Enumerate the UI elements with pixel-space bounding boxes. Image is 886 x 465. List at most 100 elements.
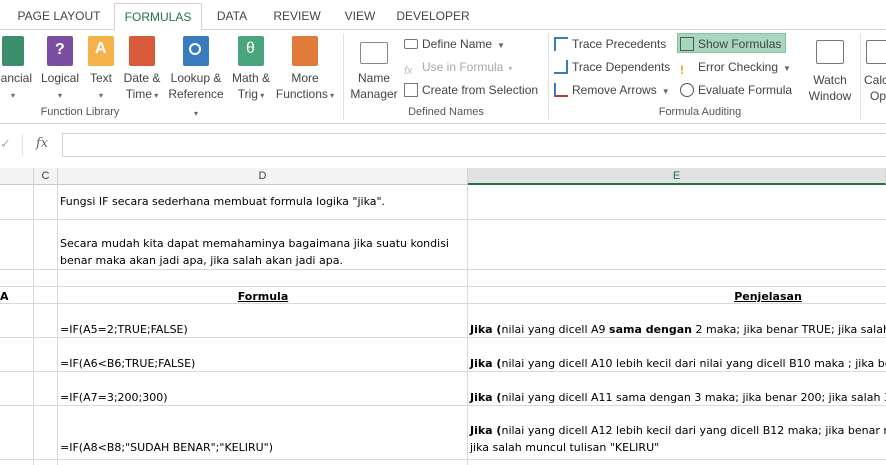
header-formula[interactable]: Formula — [58, 290, 468, 303]
financial-button[interactable]: nancial ▾ — [0, 36, 34, 104]
remove-arrows-icon — [554, 83, 568, 97]
formula-cell[interactable]: =IF(A7=3;200;300) — [60, 391, 168, 404]
worksheet-grid[interactable]: C D E Fungsi IF secara sederhana membuat… — [0, 168, 886, 465]
more-label-2: Functions — [275, 87, 328, 101]
gridline — [0, 286, 886, 287]
explanation-cell[interactable]: Jika (nilai yang dicell A9 sama dengan 2… — [470, 323, 886, 336]
explanation-rest: 2 maka; jika benar TRUE; jika salah FALS… — [695, 323, 886, 336]
explanation-cell[interactable]: Jika (nilai yang dicell A12 lebih kecil … — [470, 424, 886, 437]
text-button[interactable]: A Text ▾ — [84, 36, 118, 104]
tab-page-layout[interactable]: PAGE LAYOUT — [8, 3, 110, 30]
trace-precedents-button[interactable]: Trace Precedents — [554, 34, 666, 54]
explanation-text: nilai yang dicell A10 lebih kecil dari n… — [501, 357, 886, 370]
explanation-cell[interactable]: Jika (nilai yang dicell A11 sama dengan … — [470, 391, 886, 404]
explanation-text: nilai yang dicell A12 lebih kecil dari y… — [501, 424, 886, 437]
remove-arrows-button[interactable]: Remove Arrows ▼ — [554, 80, 670, 100]
formula-cell[interactable]: =IF(A5=2;TRUE;FALSE) — [60, 323, 188, 336]
trace-dependents-icon — [554, 60, 568, 74]
lookup-reference-button[interactable]: Lookup & Reference ▾ — [166, 36, 226, 122]
text-icon: A — [88, 36, 114, 66]
header-penjelasan[interactable]: Penjelasan — [468, 290, 886, 303]
trace-dependents-label: Trace Dependents — [572, 60, 671, 74]
financial-label: nancial — [0, 71, 33, 85]
explanation-prefix: Jika ( — [470, 391, 502, 404]
gridline — [0, 459, 886, 460]
formula-input[interactable] — [62, 133, 886, 157]
financial-icon — [2, 36, 24, 66]
chevron-down-icon: ▾ — [57, 91, 62, 100]
error-checking-label: Error Checking — [698, 60, 779, 74]
date-time-button[interactable]: Date & Time ▾ — [120, 36, 164, 104]
explanation-cell[interactable]: Jika (nilai yang dicell A10 lebih kecil … — [470, 357, 886, 370]
column-header-d[interactable]: D — [58, 168, 468, 185]
use-in-formula-label: Use in Formula — [422, 60, 504, 74]
create-from-selection-button[interactable]: Create from Selection — [404, 80, 538, 100]
create-from-selection-icon — [404, 83, 418, 97]
group-divider — [343, 34, 344, 120]
lookup-label-1: Lookup & — [170, 71, 222, 85]
more-label-1: More — [291, 71, 319, 85]
define-name-button[interactable]: Define Name ▼ — [404, 34, 505, 54]
chevron-down-icon: ▾ — [257, 91, 265, 100]
tab-developer[interactable]: DEVELOPER — [392, 3, 474, 30]
trace-dependents-button[interactable]: Trace Dependents — [554, 57, 670, 77]
gridline — [0, 405, 886, 406]
lookup-icon — [183, 36, 209, 66]
trace-precedents-icon — [554, 37, 568, 51]
tab-review[interactable]: REVIEW — [266, 3, 328, 30]
defined-names-label: Defined Names — [408, 106, 484, 118]
tab-data[interactable]: DATA — [206, 3, 258, 30]
name-manager-button[interactable]: Name Manager — [348, 36, 400, 102]
intro-text-2[interactable]: Secara mudah kita dapat memahaminya baga… — [60, 235, 460, 269]
explanation-text: nilai yang dicell A9 — [501, 323, 610, 336]
remove-arrows-label: Remove Arrows — [572, 83, 657, 97]
formula-cell[interactable]: =IF(A8<B8;"SUDAH BENAR";"KELIRU") — [60, 441, 273, 454]
calculation-options-button[interactable]: Calcu Op — [864, 36, 886, 104]
explanation-prefix: Jika ( — [470, 424, 502, 437]
gridline — [57, 185, 58, 465]
logical-button[interactable]: ? Logical ▾ — [38, 36, 82, 104]
watch-window-icon — [816, 40, 844, 64]
tab-formulas[interactable]: FORMULAS — [114, 3, 202, 31]
date-time-label-1: Date & — [123, 71, 161, 85]
name-manager-label-1: Name — [357, 71, 390, 85]
chevron-down-icon: ▾ — [508, 64, 513, 73]
show-formulas-label: Show Formulas — [698, 37, 782, 51]
ribbon: nancial ▾ ? Logical ▾ A Text ▾ Date & Time ▾… — [0, 30, 886, 124]
gridline — [0, 269, 886, 270]
show-formulas-icon — [680, 37, 694, 51]
column-header-a[interactable] — [0, 168, 34, 185]
tab-view[interactable]: VIEW — [336, 3, 384, 30]
show-formulas-button[interactable]: Show Formulas — [677, 33, 787, 53]
chevron-down-icon: ▼ — [497, 41, 505, 50]
gridline — [0, 303, 886, 304]
use-in-formula-button[interactable]: fx Use in Formula ▾ — [404, 57, 512, 77]
math-icon: θ — [238, 36, 264, 66]
error-checking-button[interactable]: ! Error Checking ▼ — [680, 57, 791, 77]
more-functions-button[interactable]: More Functions ▾ — [274, 36, 336, 104]
watch-window-label-1: Watch — [813, 73, 847, 87]
evaluate-formula-icon — [680, 83, 694, 97]
explanation-cell-line-2[interactable]: jika salah muncul tulisan "KELIRU" — [470, 441, 659, 454]
intro-text-1[interactable]: Fungsi IF secara sederhana membuat formu… — [60, 195, 385, 208]
formula-cell[interactable]: =IF(A6<B6;TRUE;FALSE) — [60, 357, 195, 370]
create-from-selection-label: Create from Selection — [422, 83, 539, 97]
chevron-down-icon: ▾ — [10, 91, 15, 100]
column-header-e[interactable]: E — [468, 168, 886, 185]
header-a[interactable]: A — [0, 290, 9, 303]
column-header-c[interactable]: C — [34, 168, 58, 185]
gridline — [467, 185, 468, 465]
calculation-label-2: Op — [870, 89, 886, 103]
name-manager-icon — [360, 42, 388, 64]
name-manager-label-2: Manager — [350, 87, 398, 101]
date-time-label-2: Time — [125, 87, 152, 101]
gridline — [0, 371, 886, 372]
watch-window-button[interactable]: Watch Window — [802, 36, 858, 104]
group-divider — [548, 34, 549, 120]
evaluate-formula-label: Evaluate Formula — [698, 83, 793, 97]
evaluate-formula-button[interactable]: Evaluate Formula — [680, 80, 792, 100]
check-icon[interactable]: ✓ — [0, 136, 11, 152]
math-trig-button[interactable]: θ Math & Trig ▾ — [228, 36, 274, 104]
text-label: Text — [89, 71, 112, 85]
insert-function-icon[interactable]: fx — [36, 136, 48, 151]
